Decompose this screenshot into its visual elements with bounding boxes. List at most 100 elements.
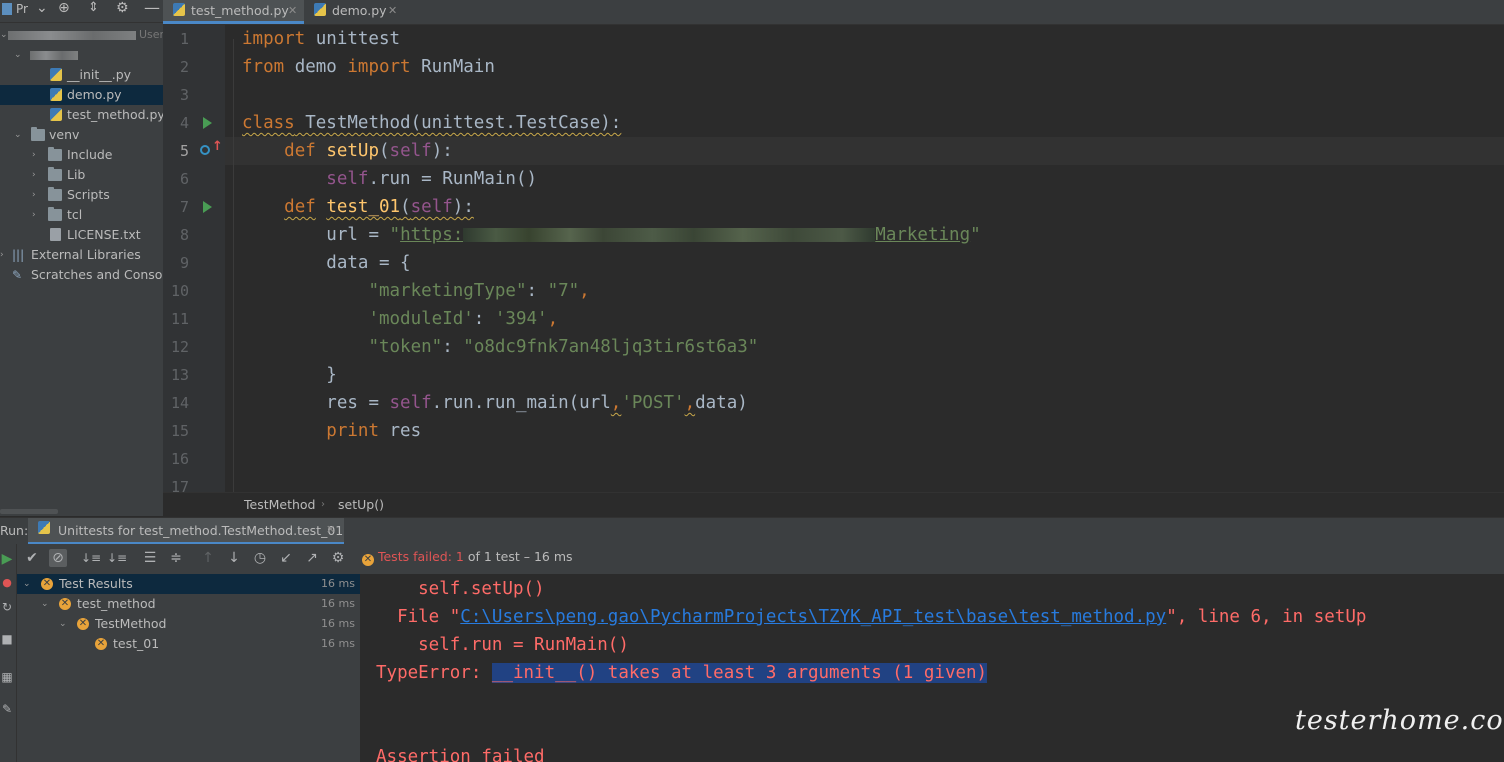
import-tests-icon[interactable]: ↙ bbox=[277, 549, 295, 567]
run-test-icon[interactable] bbox=[203, 201, 212, 213]
rerun-icon[interactable]: ▶ bbox=[0, 550, 16, 568]
editor-tab-bar: test_method.py ✕ demo.py ✕ bbox=[163, 0, 1504, 25]
code-text: } bbox=[326, 365, 337, 385]
breadcrumb: TestMethod › setUp() bbox=[163, 492, 1504, 517]
run-label: Run: bbox=[0, 523, 29, 538]
chevron-right-icon[interactable]: › bbox=[0, 245, 8, 265]
folder-icon bbox=[48, 187, 62, 201]
show-passed-icon[interactable]: ✔ bbox=[23, 549, 41, 567]
run-tab[interactable]: Unittests for test_method.TestMethod.tes… bbox=[28, 518, 344, 544]
string: "o8dc9fnk7an48ljq3tir6st6a3" bbox=[463, 337, 759, 357]
python-file-icon bbox=[50, 108, 62, 121]
tree-row-venv[interactable]: ⌄ venv bbox=[0, 125, 163, 145]
code-text: .run = RunMain() bbox=[368, 169, 538, 189]
indent-guide bbox=[233, 39, 234, 492]
override-icon[interactable] bbox=[200, 145, 210, 155]
punctuation: , bbox=[684, 393, 696, 413]
tree-row-scripts[interactable]: › Scripts bbox=[0, 185, 163, 205]
close-icon[interactable]: ✕ bbox=[326, 523, 335, 536]
run-test-icon[interactable] bbox=[203, 117, 212, 129]
breadcrumb-method[interactable]: setUp() bbox=[338, 493, 384, 517]
status-failed-count: 1 bbox=[455, 549, 464, 564]
tree-row-scratches[interactable]: ✎ Scratches and Consoles bbox=[0, 265, 163, 285]
code-text: ): bbox=[431, 141, 453, 161]
code-text: ): bbox=[452, 197, 474, 217]
previous-failed-icon[interactable]: ↑ bbox=[199, 549, 217, 567]
next-failed-icon[interactable]: ↓ bbox=[225, 549, 243, 567]
chevron-down-icon[interactable]: ⌄ bbox=[14, 125, 22, 145]
chevron-down-icon[interactable]: ⌄ bbox=[59, 614, 67, 634]
tree-row-lib[interactable]: › Lib bbox=[0, 165, 163, 185]
run-side-toolbar: ▶ ● ↻ ■ ▦ ✎ bbox=[0, 544, 17, 762]
stop-icon[interactable]: ■ bbox=[0, 630, 16, 648]
keyword: from bbox=[242, 57, 285, 77]
tree-row-include[interactable]: › Include bbox=[0, 145, 163, 165]
tree-row-external-libraries[interactable]: › ||| External Libraries bbox=[0, 245, 163, 265]
string: 'POST' bbox=[621, 393, 685, 413]
gear-icon[interactable]: ⚙ bbox=[329, 549, 347, 567]
rerun-failed-icon[interactable]: ● bbox=[0, 574, 16, 592]
chevron-right-icon[interactable]: › bbox=[32, 185, 40, 205]
chevron-right-icon[interactable]: › bbox=[32, 165, 40, 185]
layout-icon[interactable]: ▦ bbox=[0, 668, 16, 686]
tree-row-tcl[interactable]: › tcl bbox=[0, 205, 163, 225]
function-name: setUp bbox=[326, 141, 379, 161]
keyword: class bbox=[242, 113, 295, 133]
sort-alpha-icon[interactable]: ↓≡ bbox=[81, 549, 101, 567]
code-text: : bbox=[526, 281, 548, 301]
tree-row-init[interactable]: __init__.py bbox=[0, 65, 163, 85]
horizontal-scrollbar[interactable] bbox=[0, 509, 58, 514]
test-node-method[interactable]: ✕ test_01 16 ms bbox=[17, 634, 360, 654]
chevron-down-icon[interactable]: ⌄ bbox=[14, 45, 22, 65]
locate-icon[interactable]: ⊕ bbox=[58, 0, 70, 16]
tab-test-method[interactable]: test_method.py ✕ bbox=[163, 0, 304, 24]
breadcrumb-class[interactable]: TestMethod bbox=[244, 493, 316, 517]
chevron-down-icon[interactable]: ⌄ bbox=[23, 574, 31, 594]
code-editor[interactable]: import unittest from demo import RunMain… bbox=[225, 25, 1504, 492]
tree-item-label: venv bbox=[49, 127, 80, 142]
expand-all-icon[interactable]: ☰ bbox=[141, 549, 159, 567]
tree-row-root[interactable]: ⌄ User bbox=[0, 25, 163, 45]
chevron-down-icon[interactable]: ⌄ bbox=[41, 594, 49, 614]
collapse-icon[interactable]: ⇕ bbox=[88, 0, 99, 15]
show-ignored-icon[interactable]: ⊘ bbox=[49, 549, 67, 567]
string: 'moduleId' bbox=[368, 309, 474, 329]
dropdown-icon[interactable]: ⌄ bbox=[36, 0, 48, 16]
arrow-up-icon[interactable]: ↑ bbox=[212, 139, 223, 154]
blurred-url bbox=[463, 228, 876, 242]
line-number: 3 bbox=[179, 86, 189, 104]
tab-demo[interactable]: demo.py ✕ bbox=[304, 0, 404, 24]
project-toolbar-label[interactable]: Pr bbox=[16, 2, 28, 16]
chevron-right-icon[interactable]: › bbox=[32, 205, 40, 225]
watermark-logo: testerhome.com bbox=[1295, 705, 1504, 736]
tree-row-blurred[interactable]: ⌄ bbox=[0, 45, 163, 65]
project-toolbar: Pr ⌄ ⊕ ⇕ ⚙ — bbox=[0, 0, 163, 23]
collapse-all-icon[interactable]: ≑ bbox=[167, 549, 185, 567]
test-results-tree: ⌄ ✕ Test Results 16 ms ⌄ ✕ test_method 1… bbox=[17, 574, 360, 762]
code-line: def setUp(self): bbox=[242, 137, 453, 165]
tree-row-demo[interactable]: demo.py bbox=[0, 85, 163, 105]
close-icon[interactable]: ✕ bbox=[288, 0, 297, 22]
test-node-module[interactable]: ⌄ ✕ test_method 16 ms bbox=[17, 594, 360, 614]
close-icon[interactable]: ✕ bbox=[388, 0, 397, 22]
line-number: 4 bbox=[179, 114, 189, 132]
sort-duration-icon[interactable]: ↓≡ bbox=[107, 549, 127, 567]
chevron-down-icon[interactable]: ⌄ bbox=[0, 25, 8, 45]
export-tests-icon[interactable]: ↗ bbox=[303, 549, 321, 567]
chevron-right-icon[interactable]: › bbox=[32, 145, 40, 165]
gear-icon[interactable]: ⚙ bbox=[116, 0, 129, 16]
tree-item-label: __init__.py bbox=[67, 67, 132, 82]
project-panel: Pr ⌄ ⊕ ⇕ ⚙ — ⌄ User ⌄ __init__.py demo.p… bbox=[0, 0, 163, 516]
project-tree: ⌄ User ⌄ __init__.py demo.py test_method… bbox=[0, 25, 163, 285]
tree-row-test-method[interactable]: test_method.py bbox=[0, 105, 163, 125]
test-results-root[interactable]: ⌄ ✕ Test Results 16 ms bbox=[17, 574, 360, 594]
tree-row-license[interactable]: LICENSE.txt bbox=[0, 225, 163, 245]
file-path-link[interactable]: C:\Users\peng.gao\PycharmProjects\TZYK_A… bbox=[460, 607, 1166, 627]
code-text: unittest bbox=[305, 29, 401, 49]
hide-icon[interactable]: — bbox=[144, 0, 160, 17]
console-text: File " bbox=[376, 607, 461, 627]
history-icon[interactable]: ◷ bbox=[251, 549, 269, 567]
pin-icon[interactable]: ✎ bbox=[0, 700, 16, 718]
toggle-auto-test-icon[interactable]: ↻ bbox=[0, 598, 16, 616]
test-node-class[interactable]: ⌄ ✕ TestMethod 16 ms bbox=[17, 614, 360, 634]
